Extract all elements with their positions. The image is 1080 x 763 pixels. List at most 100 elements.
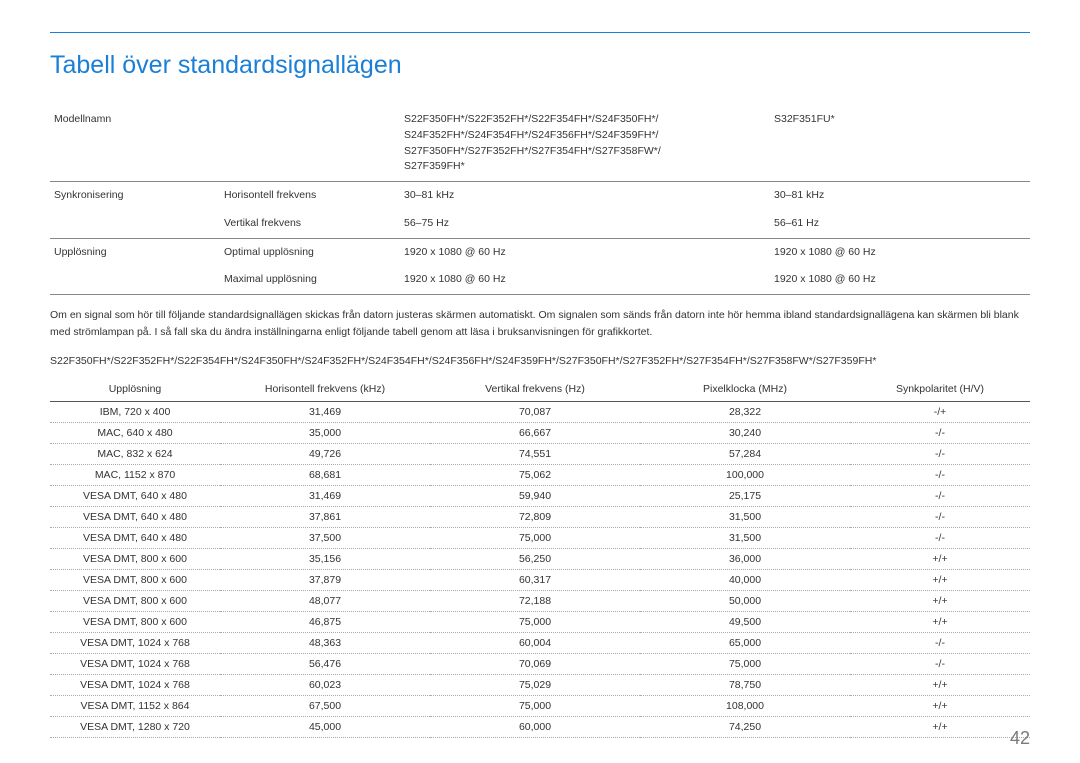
col-header-pixelclock: Pixelklocka (MHz) — [640, 377, 850, 402]
table-cell: 60,000 — [430, 716, 640, 737]
model-a: S22F350FH*/S22F352FH*/S22F354FH*/S24F350… — [400, 106, 770, 182]
table-row: VESA DMT, 1280 x 72045,00060,00074,250+/… — [50, 716, 1030, 737]
vfreq-a: 56–75 Hz — [400, 210, 770, 238]
vfreq-b: 56–61 Hz — [770, 210, 1030, 238]
table-cell: MAC, 1152 x 870 — [50, 464, 220, 485]
table-cell: 48,363 — [220, 632, 430, 653]
table-cell: 35,156 — [220, 548, 430, 569]
table-cell: 75,062 — [430, 464, 640, 485]
table-row: MAC, 1152 x 87068,68175,062100,000-/- — [50, 464, 1030, 485]
table-cell: 28,322 — [640, 401, 850, 422]
table-cell: 66,667 — [430, 422, 640, 443]
table-cell: VESA DMT, 800 x 600 — [50, 548, 220, 569]
table-cell: 37,500 — [220, 527, 430, 548]
table-cell: VESA DMT, 800 x 600 — [50, 569, 220, 590]
table-cell: 40,000 — [640, 569, 850, 590]
table-cell: 74,250 — [640, 716, 850, 737]
table-cell: 35,000 — [220, 422, 430, 443]
table-row: IBM, 720 x 40031,46970,08728,322-/+ — [50, 401, 1030, 422]
table-cell: IBM, 720 x 400 — [50, 401, 220, 422]
table-row: VESA DMT, 640 x 48037,50075,00031,500-/- — [50, 527, 1030, 548]
table-cell: 59,940 — [430, 485, 640, 506]
page-title: Tabell över standardsignallägen — [50, 51, 1030, 80]
model-b: S32F351FU* — [770, 106, 1030, 182]
table-cell: VESA DMT, 1280 x 720 — [50, 716, 220, 737]
table-row: VESA DMT, 800 x 60046,87575,00049,500+/+ — [50, 611, 1030, 632]
table-cell: 72,809 — [430, 506, 640, 527]
hfreq-b: 30–81 kHz — [770, 182, 1030, 210]
table-cell: 68,681 — [220, 464, 430, 485]
table-row: VESA DMT, 800 x 60048,07772,18850,000+/+ — [50, 590, 1030, 611]
table-cell: 50,000 — [640, 590, 850, 611]
table-cell: 70,069 — [430, 653, 640, 674]
hfreq-a: 30–81 kHz — [400, 182, 770, 210]
table-cell: 25,175 — [640, 485, 850, 506]
table-cell: 30,240 — [640, 422, 850, 443]
table-cell: 57,284 — [640, 443, 850, 464]
table-cell: +/+ — [850, 590, 1030, 611]
table-row: MAC, 640 x 48035,00066,66730,240-/- — [50, 422, 1030, 443]
table-cell: 48,077 — [220, 590, 430, 611]
table-cell: 67,500 — [220, 695, 430, 716]
sync-label: Synkronisering — [50, 182, 220, 210]
max-b: 1920 x 1080 @ 60 Hz — [770, 266, 1030, 294]
table-cell: +/+ — [850, 716, 1030, 737]
table-cell: -/- — [850, 464, 1030, 485]
table-cell: 78,750 — [640, 674, 850, 695]
table-cell: 56,250 — [430, 548, 640, 569]
table-row: VESA DMT, 640 x 48031,46959,94025,175-/- — [50, 485, 1030, 506]
table-cell: 65,000 — [640, 632, 850, 653]
table-cell: -/- — [850, 485, 1030, 506]
signal-table: Upplösning Horisontell frekvens (kHz) Ve… — [50, 377, 1030, 738]
opt-b: 1920 x 1080 @ 60 Hz — [770, 238, 1030, 266]
opt-a: 1920 x 1080 @ 60 Hz — [400, 238, 770, 266]
table-cell: -/- — [850, 632, 1030, 653]
table-cell: +/+ — [850, 695, 1030, 716]
col-header-hfreq: Horisontell frekvens (kHz) — [220, 377, 430, 402]
table-row: VESA DMT, 800 x 60037,87960,31740,000+/+ — [50, 569, 1030, 590]
res-label: Upplösning — [50, 238, 220, 266]
vfreq-label: Vertikal frekvens — [220, 210, 400, 238]
spec-table: Modellnamn S22F350FH*/S22F352FH*/S22F354… — [50, 106, 1030, 295]
table-cell: 60,317 — [430, 569, 640, 590]
table-cell: 31,469 — [220, 485, 430, 506]
table-row: VESA DMT, 1024 x 76856,47670,06975,000-/… — [50, 653, 1030, 674]
table-cell: 75,000 — [430, 695, 640, 716]
table-cell: 31,500 — [640, 506, 850, 527]
table-cell: 49,726 — [220, 443, 430, 464]
table-row: VESA DMT, 1024 x 76848,36360,00465,000-/… — [50, 632, 1030, 653]
table-cell: +/+ — [850, 569, 1030, 590]
table-cell: 60,023 — [220, 674, 430, 695]
col-header-vfreq: Vertikal frekvens (Hz) — [430, 377, 640, 402]
max-a: 1920 x 1080 @ 60 Hz — [400, 266, 770, 294]
table-cell: 56,476 — [220, 653, 430, 674]
table-row: VESA DMT, 640 x 48037,86172,80931,500-/- — [50, 506, 1030, 527]
table-row: VESA DMT, 1152 x 86467,50075,000108,000+… — [50, 695, 1030, 716]
table-cell: VESA DMT, 1024 x 768 — [50, 674, 220, 695]
table-cell: -/- — [850, 443, 1030, 464]
table-cell: VESA DMT, 640 x 480 — [50, 485, 220, 506]
table-cell: 72,188 — [430, 590, 640, 611]
model-label: Modellnamn — [50, 106, 220, 182]
table-cell: 75,000 — [430, 611, 640, 632]
table-cell: +/+ — [850, 611, 1030, 632]
table-cell: MAC, 832 x 624 — [50, 443, 220, 464]
table-cell: 108,000 — [640, 695, 850, 716]
table-cell: 36,000 — [640, 548, 850, 569]
table-cell: MAC, 640 x 480 — [50, 422, 220, 443]
table-row: MAC, 832 x 62449,72674,55157,284-/- — [50, 443, 1030, 464]
table-cell: -/- — [850, 527, 1030, 548]
models-line: S22F350FH*/S22F352FH*/S22F354FH*/S24F350… — [50, 355, 1030, 367]
table-cell: -/+ — [850, 401, 1030, 422]
page-number: 42 — [1010, 728, 1030, 749]
table-cell: VESA DMT, 1024 x 768 — [50, 653, 220, 674]
table-cell: VESA DMT, 640 x 480 — [50, 527, 220, 548]
table-cell: 60,004 — [430, 632, 640, 653]
table-cell: 31,500 — [640, 527, 850, 548]
table-cell: 70,087 — [430, 401, 640, 422]
table-cell: 75,000 — [640, 653, 850, 674]
table-cell: VESA DMT, 640 x 480 — [50, 506, 220, 527]
opt-label: Optimal upplösning — [220, 238, 400, 266]
table-cell: VESA DMT, 800 x 600 — [50, 590, 220, 611]
top-rule — [50, 32, 1030, 33]
